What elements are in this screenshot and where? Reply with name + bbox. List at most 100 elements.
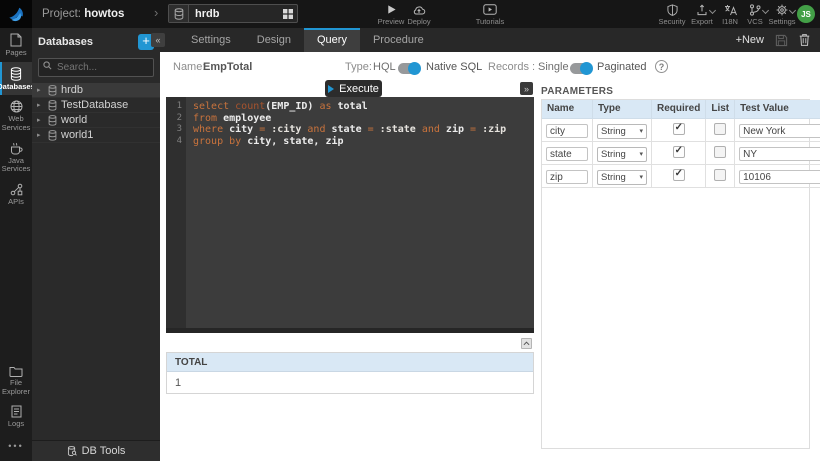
db-tools-button[interactable]: DB Tools [32, 440, 160, 461]
code-line[interactable]: select count(EMP_ID) as total [193, 101, 534, 113]
databases-panel-title: Databases [38, 36, 93, 48]
parameter-required-checkbox[interactable] [673, 169, 685, 181]
app-logo[interactable] [0, 0, 32, 28]
editor-resize-bar[interactable] [166, 328, 534, 333]
parameters-body: String▾ String▾ String▾ [542, 118, 820, 187]
parameter-type-select[interactable]: String▾ [597, 147, 647, 162]
shield-icon [667, 3, 678, 16]
expand-arrow-icon[interactable]: ▸ [37, 86, 44, 94]
database-icon [48, 85, 57, 96]
type-option-native-sql[interactable]: Native SQL [426, 61, 482, 73]
parameter-row: String▾ [542, 164, 820, 187]
db-item-label: TestDatabase [61, 99, 128, 111]
db-item-world[interactable]: ▸world [32, 113, 160, 128]
database-icon [169, 5, 189, 22]
parameter-required-checkbox[interactable] [673, 123, 685, 135]
db-item-label: world1 [61, 129, 93, 141]
expand-arrow-icon[interactable]: ▸ [37, 116, 44, 124]
sidebar-item-file-explorer[interactable]: File Explorer [0, 361, 32, 400]
parameters-title: PARAMETERS [541, 86, 613, 97]
coffee-icon [10, 142, 23, 155]
tutorials-button[interactable]: Tutorials [472, 3, 508, 26]
db-item-TestDatabase[interactable]: ▸ TestDatabase [32, 98, 160, 113]
chevron-down-icon: ▾ [639, 127, 643, 135]
code-line[interactable]: where city = :city and state = :state an… [193, 124, 534, 136]
parameter-name-input[interactable] [546, 124, 588, 138]
grid-view-icon[interactable] [283, 9, 297, 19]
records-label: Records : [488, 61, 535, 73]
records-toggle[interactable] [570, 63, 591, 74]
user-avatar[interactable]: JS [797, 5, 815, 23]
topbar: Project: howtos › hrdb Preview Deploy Tu… [0, 0, 820, 28]
parameter-required-checkbox[interactable] [673, 146, 685, 158]
database-selector[interactable]: hrdb [168, 4, 298, 23]
query-workspace: Name: EmpTotal Type: HQL Native SQL Reco… [160, 52, 820, 461]
parameter-list-checkbox[interactable] [714, 169, 726, 181]
results-cell: 1 [167, 372, 533, 393]
collapse-panel-button[interactable]: « [151, 33, 165, 47]
tab-settings[interactable]: Settings [178, 28, 244, 52]
query-name-value: EmpTotal [203, 61, 252, 73]
db-tools-icon [67, 446, 77, 457]
expand-arrow-icon[interactable]: ▸ [37, 131, 44, 139]
editor-gutter: 1234 [166, 97, 186, 333]
expand-arrow-icon[interactable]: ▸ [37, 101, 44, 109]
deploy-button[interactable]: Deploy [401, 3, 437, 26]
sidebar-item-java-services[interactable]: Java Services [0, 137, 32, 178]
play-icon [328, 85, 334, 93]
line-number: 3 [166, 124, 186, 136]
sidebar-item-apis[interactable]: APIs [0, 178, 32, 211]
type-toggle[interactable] [398, 63, 419, 74]
parameter-list-checkbox[interactable] [714, 146, 726, 158]
cloud-upload-icon [412, 3, 426, 16]
parameter-type-select[interactable]: String▾ [597, 170, 647, 185]
sidebar-more-button[interactable]: ••• [0, 433, 32, 461]
parameter-name-input[interactable] [546, 147, 588, 161]
records-option-single[interactable]: Single [538, 61, 569, 73]
chevron-down-icon [789, 7, 796, 14]
save-icon[interactable] [775, 34, 788, 47]
help-icon[interactable]: ? [655, 60, 668, 73]
project-breadcrumb: Project: howtos [42, 8, 124, 20]
gear-icon [776, 3, 788, 16]
code-line[interactable]: group by city, state, zip [193, 136, 534, 148]
parameter-test-value-input[interactable] [739, 124, 820, 138]
expand-panel-button[interactable]: » [520, 82, 533, 95]
tab-procedure[interactable]: Procedure [360, 28, 437, 52]
records-option-paginated[interactable]: Paginated [597, 61, 647, 73]
database-icon [48, 115, 57, 126]
sidebar-item-logs[interactable]: Logs [0, 400, 32, 433]
video-icon [483, 3, 497, 16]
folder-icon [9, 366, 23, 377]
parameters-column-header: List [706, 100, 735, 118]
parameter-test-value-input[interactable] [739, 170, 820, 184]
editor-code[interactable]: select count(EMP_ID) as totalfrom employ… [186, 97, 534, 333]
sidebar-item-databases[interactable]: Databases [0, 62, 32, 96]
type-option-hql[interactable]: HQL [373, 61, 396, 73]
parameter-type-select[interactable]: String▾ [597, 124, 647, 139]
execute-button[interactable]: Execute [325, 80, 382, 97]
new-query-button[interactable]: +New [736, 34, 764, 46]
collapse-results-button[interactable] [521, 338, 532, 349]
parameter-name-input[interactable] [546, 170, 588, 184]
tabbar: Settings Design Query Procedure +New [160, 28, 820, 52]
module-sidebar: Pages Databases Web Services Java Servic… [0, 28, 32, 461]
settings-button[interactable]: Settings [764, 3, 800, 26]
trash-icon[interactable] [799, 33, 810, 47]
code-line[interactable]: from employee [193, 113, 534, 125]
tab-query[interactable]: Query [304, 28, 360, 52]
parameters-column-header: Type [593, 100, 652, 118]
parameter-list-checkbox[interactable] [714, 123, 726, 135]
search-icon [43, 61, 52, 70]
db-item-hrdb[interactable]: ▸hrdb [32, 83, 160, 98]
sidebar-item-pages[interactable]: Pages [0, 28, 32, 62]
parameter-test-value-input[interactable] [739, 147, 820, 161]
search-input[interactable] [38, 58, 154, 77]
sql-editor[interactable]: 1234 select count(EMP_ID) as totalfrom e… [166, 97, 534, 333]
results-table: TOTAL 1 [166, 352, 534, 394]
line-number: 2 [166, 113, 186, 125]
db-item-world1[interactable]: ▸ world1 [32, 128, 160, 143]
line-number: 4 [166, 136, 186, 148]
tab-design[interactable]: Design [244, 28, 304, 52]
sidebar-item-web-services[interactable]: Web Services [0, 95, 32, 136]
